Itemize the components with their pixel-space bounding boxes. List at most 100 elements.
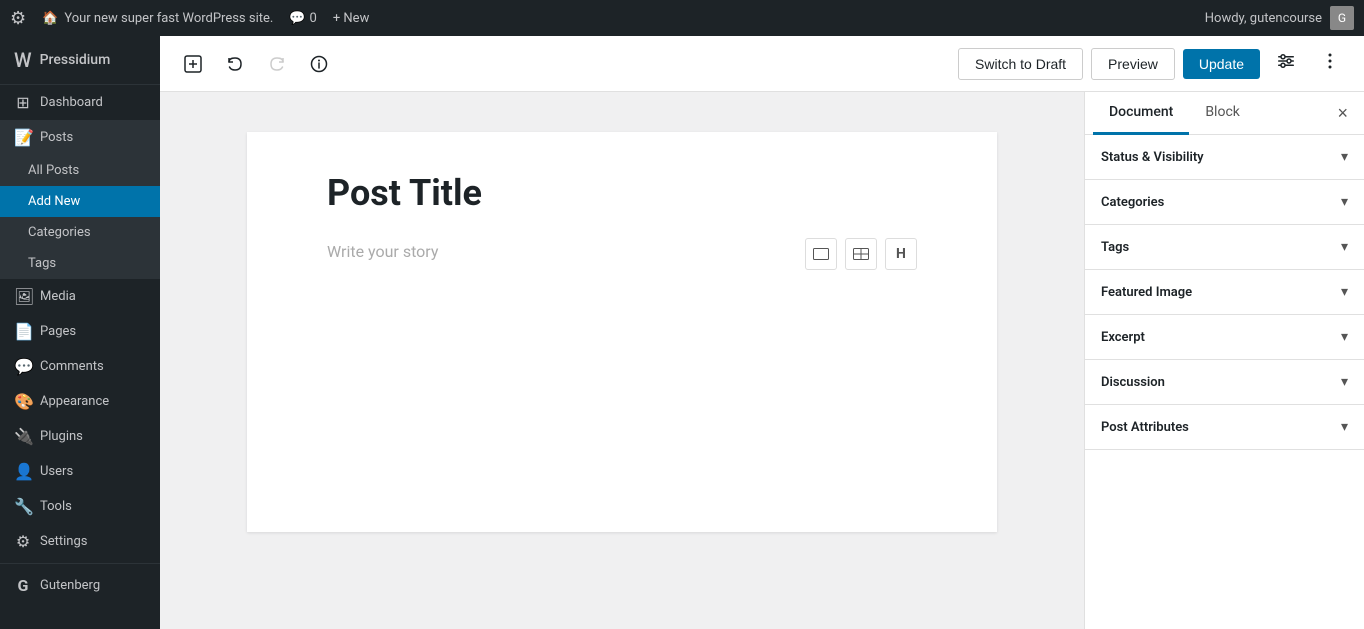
sidebar-item-tools[interactable]: 🔧 Tools: [0, 489, 160, 524]
sidebar-item-label: Pages: [40, 324, 76, 339]
sidebar-item-users[interactable]: 👤 Users: [0, 454, 160, 489]
dashboard-icon: ⊞: [14, 93, 32, 112]
gutenberg-icon: G: [14, 576, 32, 595]
undo-button[interactable]: [218, 49, 252, 79]
admin-bar-site[interactable]: 🏠 Your new super fast WordPress site.: [42, 11, 273, 26]
admin-bar-new-label: + New: [333, 11, 370, 26]
update-button[interactable]: Update: [1183, 49, 1260, 79]
posts-submenu: All Posts Add New Categories Tags: [0, 155, 160, 279]
section-title: Tags: [1101, 240, 1129, 255]
media-icon: 🖼: [14, 287, 32, 306]
comment-count: 0: [310, 11, 317, 26]
admin-bar-new[interactable]: + New: [333, 11, 370, 26]
sidebar-item-add-new[interactable]: Add New: [0, 186, 160, 217]
sidebar-item-comments[interactable]: 💬 Comments: [0, 349, 160, 384]
section-title: Post Attributes: [1101, 420, 1189, 435]
section-header: Tags ▾: [1085, 225, 1364, 269]
add-block-button[interactable]: [176, 49, 210, 79]
redo-button[interactable]: [260, 49, 294, 79]
section-title: Excerpt: [1101, 330, 1145, 345]
more-options-button[interactable]: [1312, 45, 1348, 82]
sidebar-item-label: Gutenberg: [40, 578, 100, 593]
section-status-visibility[interactable]: Status & Visibility ▾: [1085, 135, 1364, 180]
house-icon: 🏠: [42, 11, 58, 26]
avatar: G: [1330, 6, 1354, 30]
settings-icon: ⚙: [14, 532, 32, 551]
admin-bar-site-name: Your new super fast WordPress site.: [64, 11, 273, 26]
sidebar-item-dashboard[interactable]: ⊞ Dashboard: [0, 85, 160, 120]
sidebar-item-label: Users: [40, 464, 73, 479]
sidebar-item-categories[interactable]: Categories: [0, 217, 160, 248]
chevron-down-icon: ▾: [1341, 419, 1348, 435]
avatar-initial: G: [1338, 11, 1346, 25]
tab-document[interactable]: Document: [1093, 92, 1189, 135]
sidebar-item-label: Tools: [40, 499, 72, 514]
info-button[interactable]: [302, 49, 336, 79]
pages-icon: 📄: [14, 322, 32, 341]
chevron-down-icon: ▾: [1341, 239, 1348, 255]
main-layout: W Pressidium ⊞ Dashboard 📝 Posts All Pos…: [0, 36, 1364, 629]
section-title: Categories: [1101, 195, 1164, 210]
sidebar-item-label: Media: [40, 289, 76, 304]
layout-icon[interactable]: [805, 238, 837, 270]
comments-icon: 💬: [14, 357, 32, 376]
plugins-icon: 🔌: [14, 427, 32, 446]
post-title-field[interactable]: Post Title: [327, 172, 917, 214]
section-header: Featured Image ▾: [1085, 270, 1364, 314]
sidebar-item-media[interactable]: 🖼 Media: [0, 279, 160, 314]
post-editor: Post Title Write your story: [247, 132, 997, 532]
write-story-placeholder[interactable]: Write your story: [327, 238, 793, 265]
admin-bar-comments[interactable]: 💬 0: [289, 11, 317, 26]
howdy-text: Howdy, gutencourse: [1205, 11, 1322, 26]
sidebar-item-label: Settings: [40, 534, 87, 549]
sidebar-item-pages[interactable]: 📄 Pages: [0, 314, 160, 349]
sidebar-brand-name: Pressidium: [40, 52, 111, 68]
sidebar-item-plugins[interactable]: 🔌 Plugins: [0, 419, 160, 454]
section-title: Discussion: [1101, 375, 1165, 390]
editor-canvas: Post Title Write your story: [160, 92, 1084, 629]
sidebar-item-settings[interactable]: ⚙ Settings: [0, 524, 160, 559]
categories-label: Categories: [28, 225, 91, 240]
heading-icon[interactable]: H: [885, 238, 917, 270]
users-icon: 👤: [14, 462, 32, 481]
block-tools: H: [805, 238, 917, 270]
toolbar-right: Switch to Draft Preview Update: [958, 45, 1348, 82]
section-header: Post Attributes ▾: [1085, 405, 1364, 449]
sidebar-item-label: Dashboard: [40, 95, 103, 110]
sidebar-item-label: Comments: [40, 359, 104, 374]
posts-icon: 📝: [14, 128, 32, 147]
section-featured-image[interactable]: Featured Image ▾: [1085, 270, 1364, 315]
panel-close-button[interactable]: ×: [1329, 99, 1356, 128]
sidebar-brand: W Pressidium: [0, 36, 160, 85]
section-header: Excerpt ▾: [1085, 315, 1364, 359]
chevron-down-icon: ▾: [1341, 149, 1348, 165]
section-tags[interactable]: Tags ▾: [1085, 225, 1364, 270]
add-new-label: Add New: [28, 194, 80, 209]
right-panel: Document Block × Status & Visibility ▾ C…: [1084, 92, 1364, 629]
section-header: Status & Visibility ▾: [1085, 135, 1364, 179]
sidebar-item-gutenberg[interactable]: G Gutenberg: [0, 568, 160, 603]
section-post-attributes[interactable]: Post Attributes ▾: [1085, 405, 1364, 450]
appearance-icon: 🎨: [14, 392, 32, 411]
write-story-area: Write your story: [327, 238, 917, 270]
sidebar-item-all-posts[interactable]: All Posts: [0, 155, 160, 186]
section-excerpt[interactable]: Excerpt ▾: [1085, 315, 1364, 360]
panel-tabs: Document Block ×: [1085, 92, 1364, 135]
wp-logo-icon: ⚙: [10, 8, 26, 29]
section-title: Status & Visibility: [1101, 150, 1204, 165]
section-discussion[interactable]: Discussion ▾: [1085, 360, 1364, 405]
all-posts-label: All Posts: [28, 163, 79, 178]
preview-button[interactable]: Preview: [1091, 48, 1175, 80]
section-title: Featured Image: [1101, 285, 1192, 300]
sidebar-item-appearance[interactable]: 🎨 Appearance: [0, 384, 160, 419]
section-categories[interactable]: Categories ▾: [1085, 180, 1364, 225]
sidebar-item-posts[interactable]: 📝 Posts: [0, 120, 160, 155]
switch-to-draft-button[interactable]: Switch to Draft: [958, 48, 1083, 80]
panel-content: Status & Visibility ▾ Categories ▾ Tags: [1085, 135, 1364, 629]
admin-bar-howdy: Howdy, gutencourse G: [1205, 6, 1354, 30]
section-header: Discussion ▾: [1085, 360, 1364, 404]
tab-block[interactable]: Block: [1189, 92, 1256, 135]
sidebar-item-tags[interactable]: Tags: [0, 248, 160, 279]
table-icon[interactable]: [845, 238, 877, 270]
panel-settings-button[interactable]: [1268, 45, 1304, 82]
